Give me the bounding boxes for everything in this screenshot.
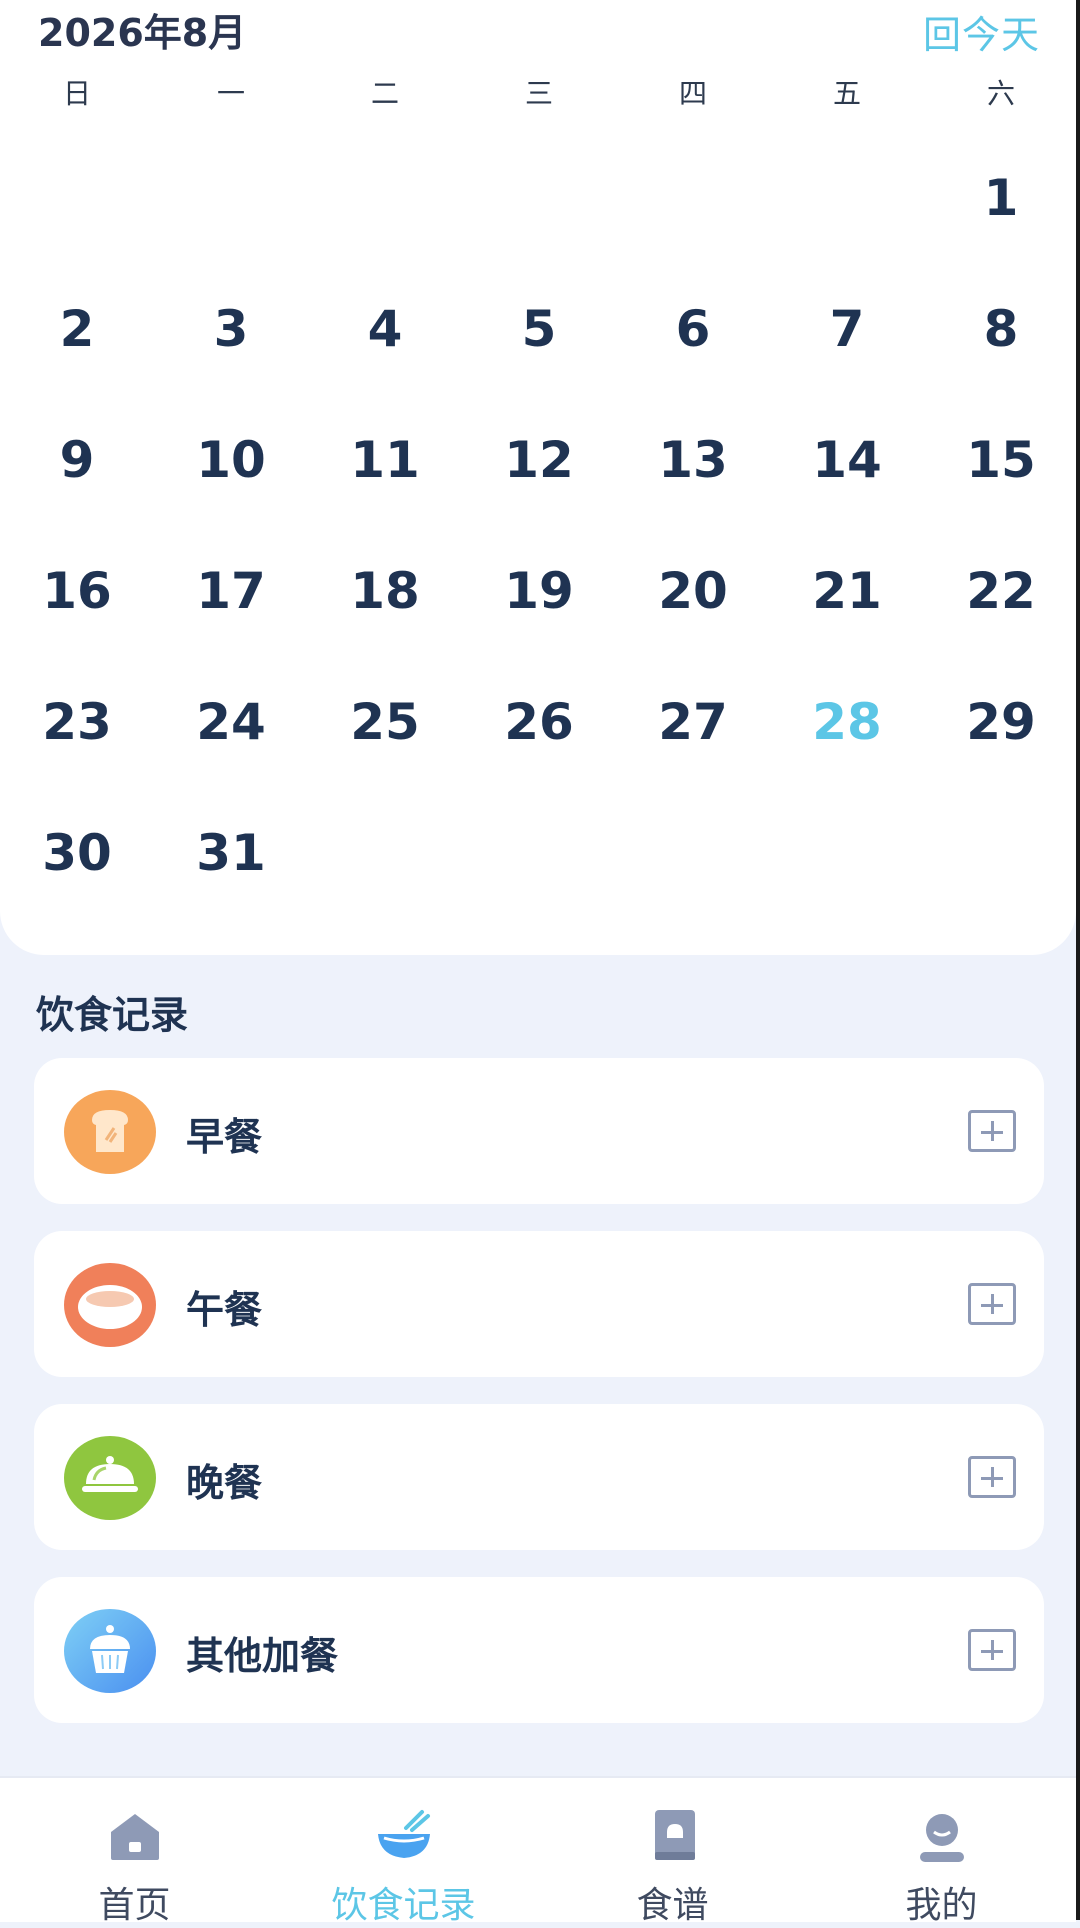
calendar-day[interactable]: 18	[308, 526, 462, 657]
calendar-day[interactable]: 3	[154, 264, 308, 395]
calendar-day[interactable]: 22	[924, 526, 1078, 657]
calendar-day[interactable]: 2	[0, 264, 154, 395]
calendar-day[interactable]: 11	[308, 395, 462, 526]
empty-day-cell	[462, 788, 616, 919]
calendar-day[interactable]: 17	[154, 526, 308, 657]
empty-day-cell	[770, 133, 924, 264]
weekday-label: 六	[986, 77, 1015, 110]
empty-day-cell	[0, 133, 154, 264]
calendar-day[interactable]: 15	[924, 395, 1078, 526]
empty-day-cell	[616, 133, 770, 264]
month-title: 2026年8月	[38, 11, 247, 55]
calendar-day[interactable]: 1	[924, 133, 1078, 264]
home-icon	[105, 1808, 165, 1864]
calendar-day[interactable]: 12	[462, 395, 616, 526]
bottom-nav: 首页 饮食记录 食谱 我的	[0, 1776, 1076, 1926]
weekday-label: 五	[832, 77, 861, 110]
meal-label: 早餐	[186, 1115, 263, 1159]
add-dinner-button[interactable]	[968, 1456, 1016, 1498]
empty-day-cell	[616, 788, 770, 919]
days-grid: 1 2 3 4 5 6 7 8 9 10 11 12 13 14 15 16 17 18 19 20 21 22 23 24 2…	[0, 133, 1076, 919]
calendar-day[interactable]: 4	[308, 264, 462, 395]
nav-label: 饮食记录	[331, 1885, 476, 1926]
calendar-day[interactable]: 20	[616, 526, 770, 657]
back-to-today-button[interactable]: 回今天	[923, 4, 1040, 59]
calendar-day[interactable]: 29	[924, 657, 1078, 788]
meal-card-dinner[interactable]: 晚餐	[34, 1404, 1044, 1550]
meal-card-snack[interactable]: 其他加餐	[34, 1577, 1044, 1723]
weekday-label: 四	[678, 77, 707, 110]
nav-item-diet-record[interactable]: 饮食记录	[269, 1778, 538, 1926]
empty-day-cell	[308, 133, 462, 264]
section-title: 饮食记录	[36, 993, 189, 1037]
cake-icon	[64, 1609, 156, 1693]
meal-label: 其他加餐	[186, 1634, 339, 1678]
calendar-day-today[interactable]: 28	[770, 657, 924, 788]
calendar-day[interactable]: 8	[924, 264, 1078, 395]
calendar-day[interactable]: 21	[770, 526, 924, 657]
calendar-day[interactable]: 13	[616, 395, 770, 526]
rice-bowl-icon	[64, 1263, 156, 1347]
add-breakfast-button[interactable]	[968, 1110, 1016, 1152]
empty-day-cell	[924, 788, 1078, 919]
calendar-day[interactable]: 23	[0, 657, 154, 788]
calendar-day[interactable]: 16	[0, 526, 154, 657]
weekday-label: 日	[62, 77, 91, 110]
calendar-day[interactable]: 7	[770, 264, 924, 395]
calendar-day[interactable]: 10	[154, 395, 308, 526]
empty-day-cell	[154, 133, 308, 264]
meal-label: 午餐	[186, 1288, 263, 1332]
nav-item-recipes[interactable]: 食谱	[538, 1778, 807, 1926]
calendar-day[interactable]: 30	[0, 788, 154, 919]
weekday-label: 一	[216, 77, 245, 110]
empty-day-cell	[308, 788, 462, 919]
bowl-icon	[374, 1808, 434, 1864]
weekday-header: 日 一 二 三 四 五 六	[0, 72, 1076, 112]
calendar-day[interactable]: 26	[462, 657, 616, 788]
weekday-label: 二	[370, 77, 399, 110]
calendar-day[interactable]: 31	[154, 788, 308, 919]
meal-label: 晚餐	[186, 1461, 263, 1505]
meal-card-breakfast[interactable]: 早餐	[34, 1058, 1044, 1204]
calendar-day[interactable]: 5	[462, 264, 616, 395]
add-lunch-button[interactable]	[968, 1283, 1016, 1325]
calendar-header: 2026年8月 回今天	[0, 0, 1076, 59]
food-cloche-icon	[64, 1436, 156, 1520]
calendar-day[interactable]: 19	[462, 526, 616, 657]
nav-label: 食谱	[636, 1885, 709, 1926]
bread-icon	[64, 1090, 156, 1174]
nav-item-home[interactable]: 首页	[0, 1778, 269, 1926]
calendar-day[interactable]: 14	[770, 395, 924, 526]
add-snack-button[interactable]	[968, 1629, 1016, 1671]
calendar-day[interactable]: 24	[154, 657, 308, 788]
empty-day-cell	[462, 133, 616, 264]
calendar-day[interactable]: 9	[0, 395, 154, 526]
nav-label: 我的	[905, 1885, 978, 1926]
weekday-label: 三	[524, 77, 553, 110]
calendar-card: 2026年8月 回今天 日 一 二 三 四 五 六 1 2 3 4 5 6 7 8 9 10 11 1…	[0, 0, 1076, 955]
profile-icon	[912, 1808, 972, 1864]
calendar-day[interactable]: 6	[616, 264, 770, 395]
calendar-day[interactable]: 27	[616, 657, 770, 788]
nav-item-profile[interactable]: 我的	[807, 1778, 1076, 1926]
recipe-book-icon	[643, 1808, 703, 1864]
nav-label: 首页	[98, 1885, 171, 1926]
meal-card-lunch[interactable]: 午餐	[34, 1231, 1044, 1377]
calendar-day[interactable]: 25	[308, 657, 462, 788]
empty-day-cell	[770, 788, 924, 919]
